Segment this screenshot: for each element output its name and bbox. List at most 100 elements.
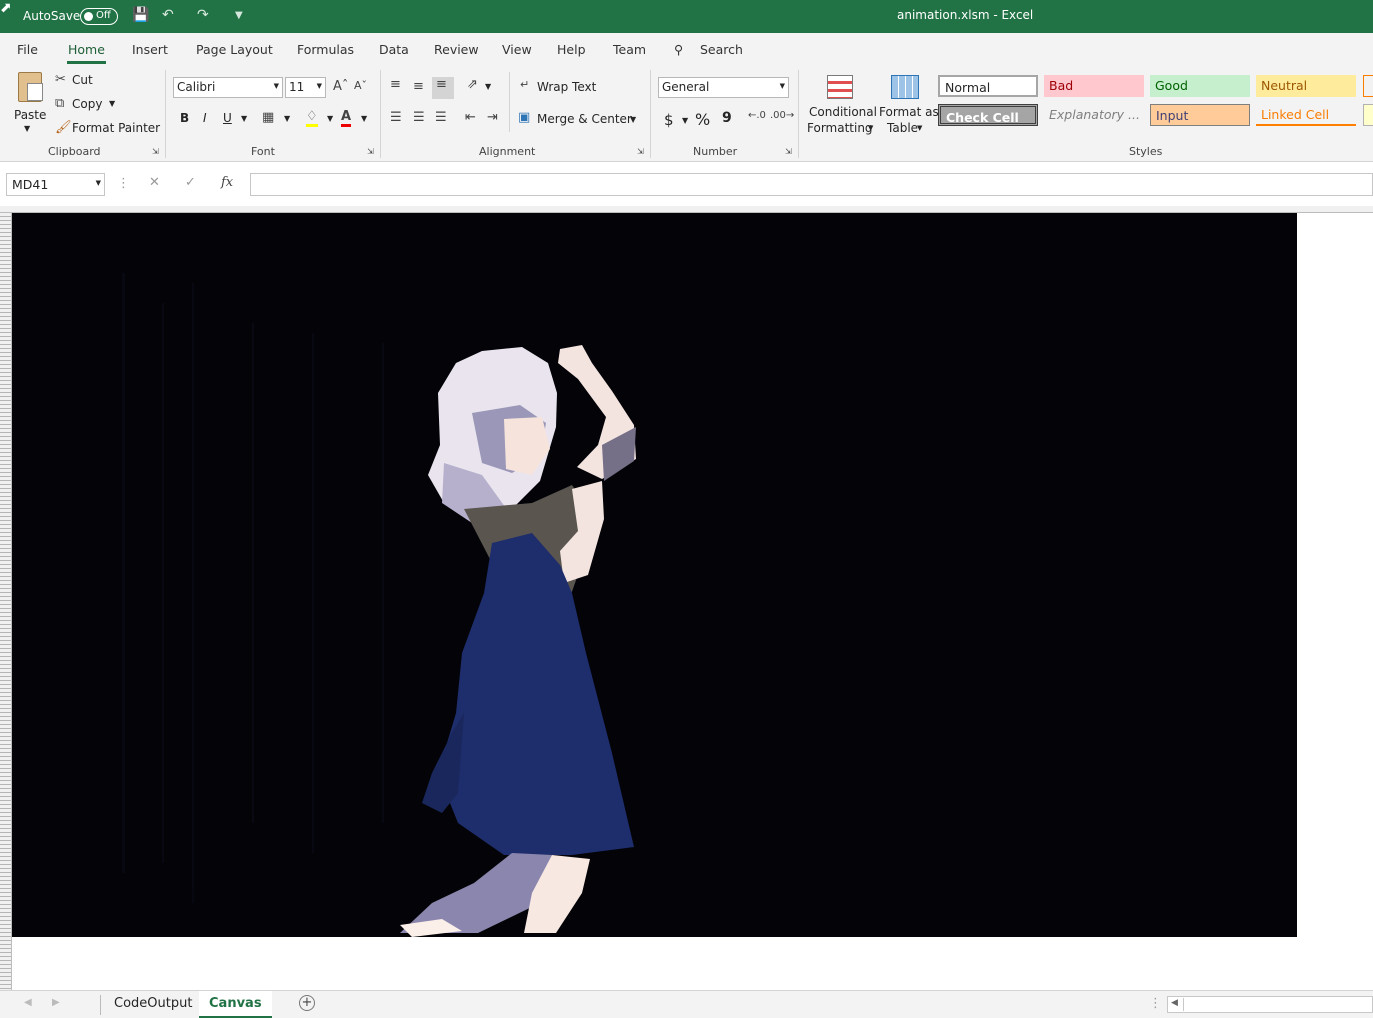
font-color-dropdown-icon[interactable]: ▼ — [361, 114, 367, 123]
style-neutral[interactable]: Neutral — [1256, 75, 1356, 97]
formula-input[interactable] — [250, 173, 1373, 196]
horizontal-scrollbar[interactable]: ◀ — [1167, 996, 1373, 1013]
scissors-icon: ✂ — [55, 72, 66, 87]
increase-decimal-icon[interactable]: ←.0 — [748, 110, 766, 121]
conditional-formatting-icon — [827, 75, 853, 99]
add-sheet-icon[interactable]: + — [299, 995, 315, 1011]
paste-button[interactable]: Paste ▼ — [12, 70, 48, 138]
fill-color-icon[interactable]: ♢ — [306, 109, 318, 127]
paintbrush-icon: 🖌 — [55, 120, 72, 135]
enter-icon[interactable]: ✓ — [185, 175, 196, 190]
cut-button[interactable]: Cut — [72, 73, 93, 87]
style-linked-cell[interactable]: Linked Cell — [1256, 104, 1356, 126]
tab-help[interactable]: Help — [557, 42, 586, 57]
tab-home[interactable]: Home — [68, 42, 105, 57]
italic-button[interactable]: I — [203, 111, 207, 125]
group-divider — [798, 70, 799, 158]
align-center-icon[interactable]: ☰ — [413, 110, 425, 125]
increase-font-size-icon[interactable]: Aˆ — [333, 79, 348, 94]
tab-page-layout[interactable]: Page Layout — [196, 42, 273, 57]
align-left-icon[interactable]: ☰ — [390, 110, 402, 125]
redo-icon[interactable]: ↷ — [197, 7, 209, 23]
dialog-launcher-icon[interactable]: ⇲ — [152, 147, 159, 156]
autosave-toggle[interactable]: Off — [80, 8, 118, 25]
search-icon[interactable]: ⚲ — [674, 42, 683, 57]
format-as-table-button[interactable]: Format as Table ▼ — [877, 72, 939, 140]
style-note-partial[interactable] — [1363, 104, 1373, 126]
style-check-cell[interactable]: Check Cell — [938, 104, 1038, 126]
tab-formulas[interactable]: Formulas — [297, 42, 354, 57]
underline-dropdown-icon[interactable]: ▼ — [241, 114, 247, 123]
name-box[interactable]: MD41 ▼ — [6, 173, 105, 196]
search-box[interactable]: Search — [700, 42, 743, 57]
font-group-label: Font — [251, 145, 275, 158]
tab-team[interactable]: Team — [613, 42, 646, 57]
tab-insert[interactable]: Insert — [132, 42, 168, 57]
font-color-icon[interactable]: A — [341, 109, 352, 127]
style-bad[interactable]: Bad — [1044, 75, 1144, 97]
currency-dropdown-icon[interactable]: ▼ — [682, 116, 688, 125]
tab-divider — [100, 995, 101, 1015]
align-right-icon[interactable]: ☰ — [435, 110, 447, 125]
decrease-indent-icon[interactable]: ⇤ — [465, 110, 476, 125]
increase-indent-icon[interactable]: ⇥ — [487, 110, 498, 125]
style-explanatory[interactable]: Explanatory ... — [1044, 104, 1144, 126]
undo-icon[interactable]: ↶ — [162, 7, 174, 23]
tab-view[interactable]: View — [502, 42, 532, 57]
style-input[interactable]: Input — [1150, 104, 1250, 126]
font-name-select[interactable]: Calibri ▼ — [173, 77, 283, 98]
font-size-select[interactable]: 11 ▼ — [285, 77, 326, 98]
dialog-launcher-icon[interactable]: ⇲ — [785, 147, 792, 156]
tab-file[interactable]: File — [17, 42, 38, 57]
bold-button[interactable]: B — [180, 111, 189, 125]
customize-quick-access-icon[interactable]: ▼ — [235, 10, 243, 21]
align-top-icon[interactable]: ≡ — [390, 77, 401, 92]
paste-label: Paste — [14, 108, 47, 122]
fill-color-dropdown-icon[interactable]: ▼ — [327, 114, 333, 123]
group-divider — [380, 70, 381, 158]
merge-dropdown-icon[interactable]: ▼ — [630, 115, 636, 124]
sheet-tab-codeoutput[interactable]: CodeOutput — [114, 996, 192, 1011]
underline-button[interactable]: U — [223, 111, 232, 125]
dialog-launcher-icon[interactable]: ⇲ — [637, 147, 644, 156]
scroll-left-arrow-icon[interactable]: ◀ — [1171, 998, 1178, 1008]
merge-center-button[interactable]: Merge & Center — [537, 112, 632, 126]
pixel-art-canvas[interactable] — [12, 213, 1297, 937]
clipboard-group-label: Clipboard — [48, 145, 101, 158]
copy-dropdown-icon[interactable]: ▼ — [109, 99, 115, 108]
cursor-icon: ⬈ — [0, 0, 12, 16]
wrap-text-button[interactable]: Wrap Text — [537, 80, 596, 94]
chevron-down-icon: ▼ — [917, 124, 923, 132]
align-middle-icon[interactable]: ≡ — [413, 79, 424, 94]
insert-function-icon[interactable]: fx — [221, 175, 233, 190]
dialog-launcher-icon[interactable]: ⇲ — [367, 147, 374, 156]
currency-button[interactable]: $ — [664, 111, 674, 129]
orientation-dropdown-icon[interactable]: ▼ — [485, 82, 491, 91]
sheet-tab-canvas[interactable]: Canvas — [199, 991, 272, 1018]
scroll-left-icon[interactable]: ◀ — [24, 997, 32, 1008]
comma-style-button[interactable]: 9 — [722, 110, 732, 126]
style-good[interactable]: Good — [1150, 75, 1250, 97]
borders-dropdown-icon[interactable]: ▼ — [284, 114, 290, 123]
scroll-right-icon[interactable]: ▶ — [52, 997, 60, 1008]
save-icon[interactable]: 💾 — [132, 7, 149, 23]
borders-icon[interactable]: ▦ — [262, 110, 274, 125]
number-format-select[interactable]: General ▼ — [658, 77, 789, 98]
tab-review[interactable]: Review — [434, 42, 479, 57]
decrease-decimal-icon[interactable]: .00→ — [770, 110, 794, 121]
orientation-icon[interactable]: ⇗ — [467, 77, 478, 92]
conditional-formatting-button[interactable]: Conditional Formatting ▼ — [805, 72, 877, 140]
style-calculation-partial[interactable] — [1363, 75, 1373, 97]
ribbon: Paste ▼ ✂ Cut ⧉ Copy ▼ 🖌 Format Painter … — [0, 64, 1373, 162]
styles-group-label: Styles — [1129, 145, 1163, 158]
copy-button[interactable]: Copy — [72, 97, 102, 111]
copy-icon: ⧉ — [55, 96, 65, 111]
toggle-knob — [84, 12, 93, 21]
align-bottom-icon[interactable]: ≡ — [432, 77, 454, 99]
format-painter-button[interactable]: Format Painter — [72, 121, 160, 135]
percent-button[interactable]: % — [695, 110, 710, 129]
tab-data[interactable]: Data — [379, 42, 409, 57]
cancel-icon[interactable]: ✕ — [149, 175, 160, 190]
decrease-font-size-icon[interactable]: Aˇ — [354, 79, 367, 92]
style-normal[interactable]: Normal — [938, 75, 1038, 97]
